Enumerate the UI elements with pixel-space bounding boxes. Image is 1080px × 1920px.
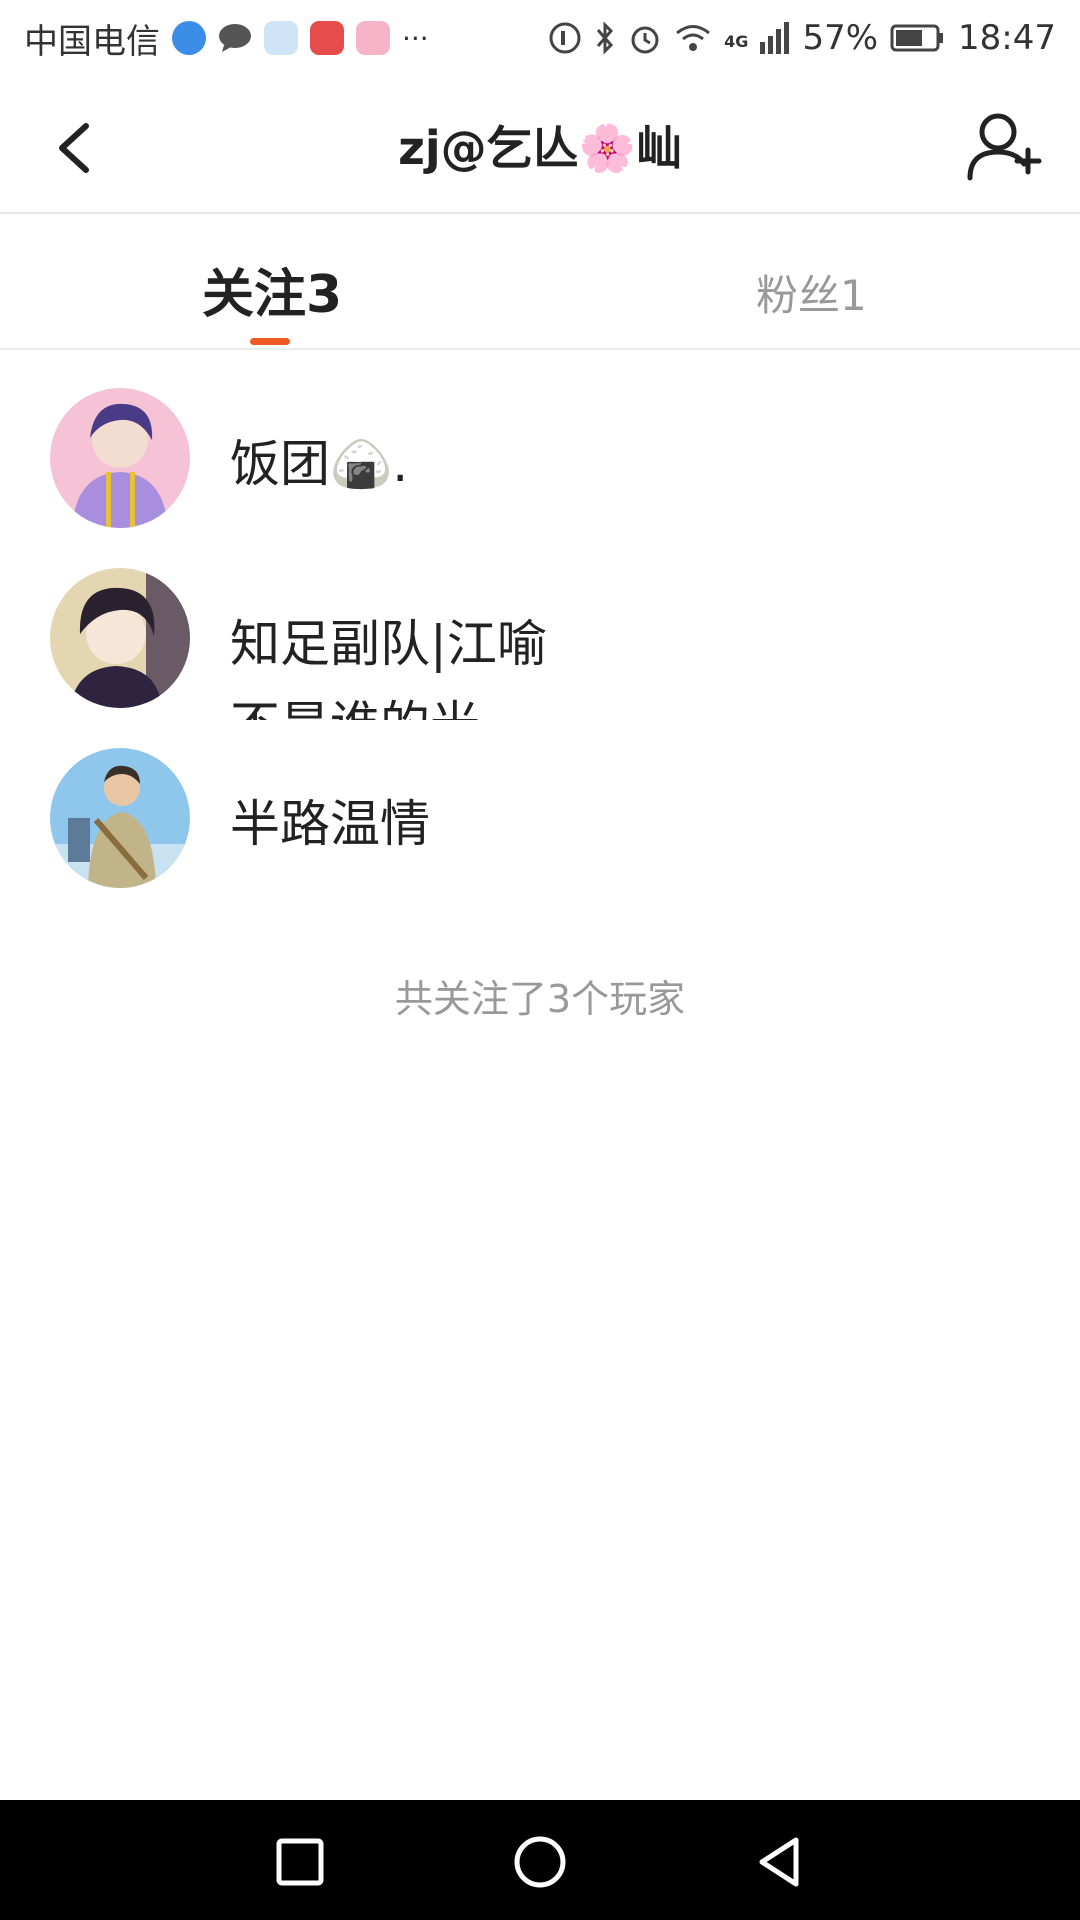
avatar[interactable] [50, 388, 190, 528]
square-icon [276, 1838, 324, 1886]
following-list: 饭团🍙. 知足副队|江喻 不是谁的光 [0, 380, 1080, 920]
back-nav-button[interactable] [752, 1834, 808, 1894]
carrier-label: 中国电信 [24, 21, 160, 62]
header-bar: zj@乞亾🌸屾 [0, 76, 1080, 214]
tab-following[interactable]: 关注3 [202, 252, 342, 327]
signal-strength-icon [760, 22, 790, 54]
hd-call-icon [548, 21, 582, 55]
active-tab-indicator [250, 338, 290, 345]
system-navigation-bar [0, 1800, 1080, 1920]
avatar[interactable] [50, 748, 190, 888]
message-notification-icon [218, 23, 252, 53]
home-button[interactable] [512, 1834, 568, 1894]
tab-followers[interactable]: 粉丝1 [756, 262, 867, 323]
app-notification-icon-2 [264, 21, 298, 55]
page-title: zj@乞亾🌸屾 [398, 121, 682, 175]
circle-icon [514, 1836, 566, 1888]
user-name: 饭团🍙. [230, 435, 409, 493]
alarm-icon [628, 21, 662, 55]
add-friend-button[interactable] [966, 110, 1046, 186]
user-name: 知足副队|江喻 [230, 615, 547, 673]
user-name: 半路温情 [230, 795, 430, 853]
avatar[interactable] [50, 568, 190, 708]
list-item[interactable]: 知足副队|江喻 不是谁的光 [0, 560, 1080, 740]
battery-percent: 57% [802, 18, 879, 58]
video-app-notification-icon [310, 21, 344, 55]
follow-tabs: 关注3 粉丝1 [0, 214, 1080, 350]
list-item[interactable]: 半路温情 [0, 740, 1080, 920]
status-bar: 中国电信 ··· 4G 57% 18:47 [0, 0, 1080, 76]
more-notifications-indicator: ··· [402, 21, 429, 55]
bluetooth-icon [594, 21, 616, 55]
status-right: 4G 57% 18:47 [548, 18, 1056, 58]
app-notification-icon-1 [172, 21, 206, 55]
list-item[interactable]: 饭团🍙. [0, 380, 1080, 560]
following-count-note: 共关注了3个玩家 [394, 977, 686, 1021]
triangle-back-icon [759, 1837, 799, 1887]
status-left: 中国电信 ··· [24, 14, 429, 63]
media-app-notification-icon [356, 21, 390, 55]
wifi-icon [674, 23, 712, 53]
clock-time: 18:47 [958, 18, 1056, 58]
add-user-icon [967, 113, 1042, 181]
user-subtitle: 不是谁的光 [230, 700, 630, 720]
user-subtitle-clipped: 不是谁的光 [230, 690, 630, 720]
network-type-label: 4G [724, 32, 749, 51]
battery-icon [890, 23, 946, 53]
recent-apps-button[interactable] [272, 1834, 328, 1894]
